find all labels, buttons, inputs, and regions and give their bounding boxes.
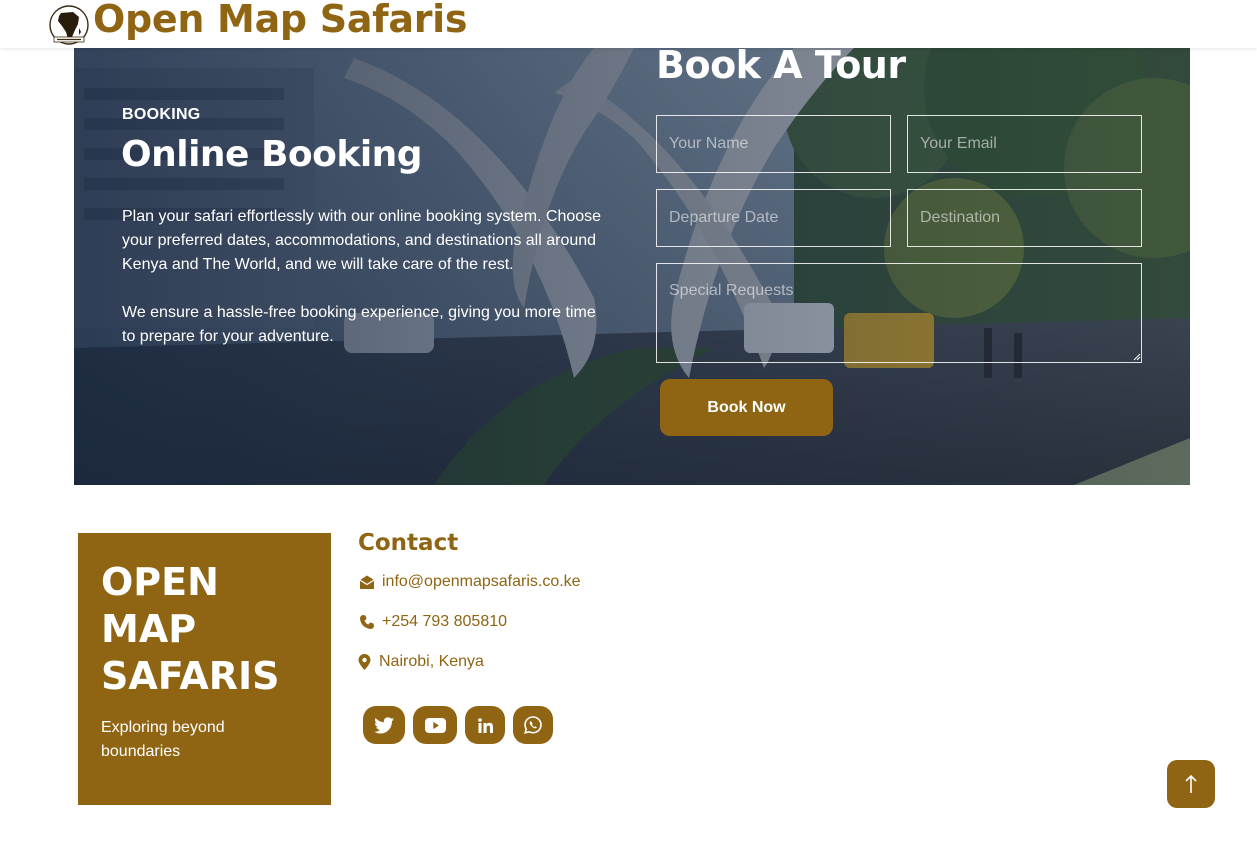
twitter-icon <box>374 716 394 733</box>
youtube-icon <box>424 717 446 733</box>
contact-email-text[interactable]: info@openmapsafaris.co.ke <box>382 573 581 591</box>
booking-assurance: We ensure a hassle-free booking experien… <box>122 304 596 345</box>
site-header: Open Map Safaris <box>0 0 1257 48</box>
contact-email[interactable]: info@openmapsafaris.co.ke <box>358 572 581 592</box>
contact-location: Nairobi, Kenya <box>358 652 484 672</box>
name-input[interactable] <box>656 115 891 173</box>
booking-section: BOOKING Online Booking Plan your safari … <box>74 48 1190 485</box>
section-eyebrow: BOOKING <box>122 106 201 123</box>
destination-input[interactable] <box>907 189 1142 247</box>
youtube-button[interactable] <box>413 706 457 744</box>
back-to-top-button[interactable] <box>1167 760 1215 808</box>
contact-location-text: Nairobi, Kenya <box>379 653 484 670</box>
email-input[interactable] <box>907 115 1142 173</box>
section-title: Online Booking <box>121 134 423 175</box>
footer-brand-title: OPEN MAP SAFARIS <box>101 560 280 698</box>
special-requests-textarea[interactable] <box>656 263 1142 363</box>
footer-brand-box: OPEN MAP SAFARIS Exploring beyond bounda… <box>78 533 331 805</box>
whatsapp-button[interactable] <box>513 706 553 744</box>
contact-phone-text[interactable]: +254 793 805810 <box>382 613 507 631</box>
contact-phone[interactable]: +254 793 805810 <box>358 612 507 632</box>
booking-description: Plan your safari effortlessly with our o… <box>122 208 602 273</box>
linkedin-icon <box>477 717 493 733</box>
resize-grip-icon[interactable] <box>1133 353 1141 361</box>
form-title: Book A Tour <box>656 48 906 87</box>
twitter-button[interactable] <box>363 706 405 744</box>
whatsapp-icon <box>524 716 542 734</box>
africa-map-logo-icon[interactable] <box>48 4 90 47</box>
brand-name[interactable]: Open Map Safaris <box>93 0 468 41</box>
envelope-open-icon <box>358 574 375 591</box>
arrow-up-icon <box>1185 774 1197 793</box>
linkedin-button[interactable] <box>465 706 505 744</box>
departure-date-input[interactable] <box>656 189 891 247</box>
contact-heading: Contact <box>358 530 459 556</box>
footer-tagline: Exploring beyond boundaries <box>101 719 225 760</box>
phone-icon <box>358 614 375 631</box>
map-pin-icon <box>358 654 371 671</box>
book-now-button[interactable]: Book Now <box>660 379 833 436</box>
